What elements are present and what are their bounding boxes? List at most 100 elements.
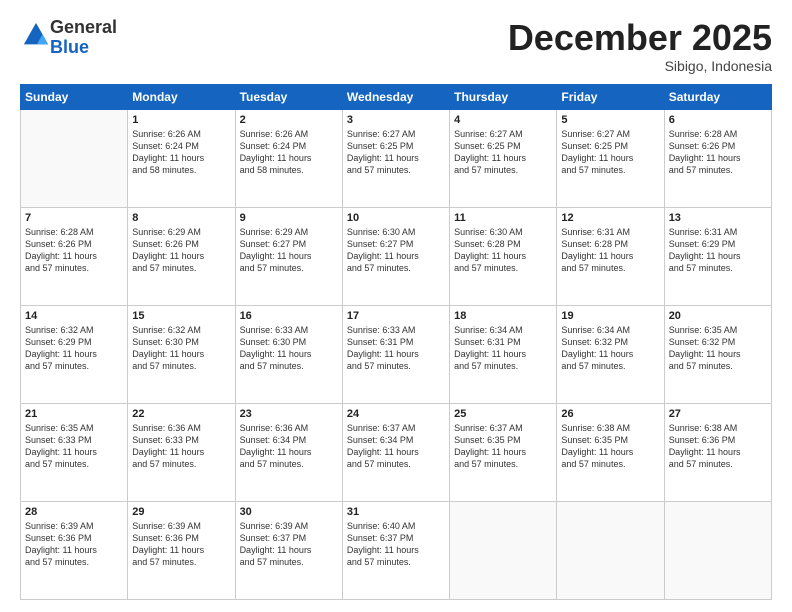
table-row: 15 Sunrise: 6:32 AM Sunset: 6:30 PM Dayli… <box>128 305 235 403</box>
day-number: 2 <box>240 114 338 126</box>
table-row: 24 Sunrise: 6:37 AM Sunset: 6:34 PM Dayli… <box>342 403 449 501</box>
day-info: Sunrise: 6:34 AM Sunset: 6:31 PM Dayligh… <box>454 324 552 373</box>
table-row: 9 Sunrise: 6:29 AM Sunset: 6:27 PM Daylig… <box>235 207 342 305</box>
day-info: Sunrise: 6:36 AM Sunset: 6:34 PM Dayligh… <box>240 422 338 471</box>
table-row <box>450 501 557 599</box>
table-row: 10 Sunrise: 6:30 AM Sunset: 6:27 PM Dayli… <box>342 207 449 305</box>
day-number: 18 <box>454 310 552 322</box>
day-info: Sunrise: 6:35 AM Sunset: 6:33 PM Dayligh… <box>25 422 123 471</box>
day-info: Sunrise: 6:30 AM Sunset: 6:28 PM Dayligh… <box>454 226 552 275</box>
day-info: Sunrise: 6:28 AM Sunset: 6:26 PM Dayligh… <box>669 128 767 177</box>
table-row: 13 Sunrise: 6:31 AM Sunset: 6:29 PM Dayli… <box>664 207 771 305</box>
day-info: Sunrise: 6:26 AM Sunset: 6:24 PM Dayligh… <box>240 128 338 177</box>
table-row: 21 Sunrise: 6:35 AM Sunset: 6:33 PM Dayli… <box>21 403 128 501</box>
day-info: Sunrise: 6:39 AM Sunset: 6:36 PM Dayligh… <box>132 520 230 569</box>
day-info: Sunrise: 6:39 AM Sunset: 6:36 PM Dayligh… <box>25 520 123 569</box>
day-info: Sunrise: 6:40 AM Sunset: 6:37 PM Dayligh… <box>347 520 445 569</box>
day-number: 26 <box>561 408 659 420</box>
table-row: 6 Sunrise: 6:28 AM Sunset: 6:26 PM Daylig… <box>664 109 771 207</box>
day-number: 25 <box>454 408 552 420</box>
table-row: 3 Sunrise: 6:27 AM Sunset: 6:25 PM Daylig… <box>342 109 449 207</box>
table-row: 20 Sunrise: 6:35 AM Sunset: 6:32 PM Dayli… <box>664 305 771 403</box>
day-info: Sunrise: 6:31 AM Sunset: 6:29 PM Dayligh… <box>669 226 767 275</box>
day-info: Sunrise: 6:30 AM Sunset: 6:27 PM Dayligh… <box>347 226 445 275</box>
day-info: Sunrise: 6:29 AM Sunset: 6:26 PM Dayligh… <box>132 226 230 275</box>
day-info: Sunrise: 6:29 AM Sunset: 6:27 PM Dayligh… <box>240 226 338 275</box>
day-number: 27 <box>669 408 767 420</box>
day-info: Sunrise: 6:31 AM Sunset: 6:28 PM Dayligh… <box>561 226 659 275</box>
day-number: 29 <box>132 506 230 518</box>
day-info: Sunrise: 6:39 AM Sunset: 6:37 PM Dayligh… <box>240 520 338 569</box>
calendar-table: Sunday Monday Tuesday Wednesday Thursday… <box>20 84 772 600</box>
day-number: 6 <box>669 114 767 126</box>
table-row: 27 Sunrise: 6:38 AM Sunset: 6:36 PM Dayli… <box>664 403 771 501</box>
table-row: 7Sunrise: 6:28 AM Sunset: 6:26 PM Daylig… <box>21 207 128 305</box>
table-row: 2 Sunrise: 6:26 AM Sunset: 6:24 PM Daylig… <box>235 109 342 207</box>
day-info: Sunrise: 6:38 AM Sunset: 6:36 PM Dayligh… <box>669 422 767 471</box>
table-row: 17 Sunrise: 6:33 AM Sunset: 6:31 PM Dayli… <box>342 305 449 403</box>
day-info: Sunrise: 6:32 AM Sunset: 6:30 PM Dayligh… <box>132 324 230 373</box>
table-row: 18 Sunrise: 6:34 AM Sunset: 6:31 PM Dayli… <box>450 305 557 403</box>
weekday-header-row: Sunday Monday Tuesday Wednesday Thursday… <box>21 84 772 109</box>
day-number: 11 <box>454 212 552 224</box>
day-info: Sunrise: 6:34 AM Sunset: 6:32 PM Dayligh… <box>561 324 659 373</box>
day-number: 22 <box>132 408 230 420</box>
day-number: 1 <box>132 114 230 126</box>
table-row: 19 Sunrise: 6:34 AM Sunset: 6:32 PM Dayli… <box>557 305 664 403</box>
calendar-week-row: 21 Sunrise: 6:35 AM Sunset: 6:33 PM Dayli… <box>21 403 772 501</box>
header-saturday: Saturday <box>664 84 771 109</box>
table-row: 28 Sunrise: 6:39 AM Sunset: 6:36 PM Dayli… <box>21 501 128 599</box>
day-number: 23 <box>240 408 338 420</box>
logo-general-text: General <box>50 17 117 37</box>
header-tuesday: Tuesday <box>235 84 342 109</box>
title-block: December 2025 Sibigo, Indonesia <box>508 18 772 74</box>
day-number: 24 <box>347 408 445 420</box>
table-row: 8 Sunrise: 6:29 AM Sunset: 6:26 PM Daylig… <box>128 207 235 305</box>
page: General Blue December 2025 Sibigo, Indon… <box>0 0 792 612</box>
table-row <box>664 501 771 599</box>
month-title: December 2025 <box>508 18 772 58</box>
header-friday: Friday <box>557 84 664 109</box>
day-number: 3 <box>347 114 445 126</box>
day-number: 7 <box>25 212 123 224</box>
header-sunday: Sunday <box>21 84 128 109</box>
header-monday: Monday <box>128 84 235 109</box>
day-number: 30 <box>240 506 338 518</box>
day-number: 21 <box>25 408 123 420</box>
day-info: Sunrise: 6:35 AM Sunset: 6:32 PM Dayligh… <box>669 324 767 373</box>
day-number: 15 <box>132 310 230 322</box>
table-row: 14Sunrise: 6:32 AM Sunset: 6:29 PM Dayli… <box>21 305 128 403</box>
day-number: 17 <box>347 310 445 322</box>
table-row: 11 Sunrise: 6:30 AM Sunset: 6:28 PM Dayli… <box>450 207 557 305</box>
logo-blue-text: Blue <box>50 37 89 57</box>
calendar-week-row: 28 Sunrise: 6:39 AM Sunset: 6:36 PM Dayli… <box>21 501 772 599</box>
day-number: 28 <box>25 506 123 518</box>
day-info: Sunrise: 6:27 AM Sunset: 6:25 PM Dayligh… <box>347 128 445 177</box>
day-number: 13 <box>669 212 767 224</box>
table-row: 16Sunrise: 6:33 AM Sunset: 6:30 PM Dayli… <box>235 305 342 403</box>
day-number: 31 <box>347 506 445 518</box>
table-row <box>557 501 664 599</box>
day-number: 9 <box>240 212 338 224</box>
day-info: Sunrise: 6:37 AM Sunset: 6:35 PM Dayligh… <box>454 422 552 471</box>
table-row: 29 Sunrise: 6:39 AM Sunset: 6:36 PM Dayli… <box>128 501 235 599</box>
table-row: 25 Sunrise: 6:37 AM Sunset: 6:35 PM Dayli… <box>450 403 557 501</box>
day-number: 12 <box>561 212 659 224</box>
day-info: Sunrise: 6:33 AM Sunset: 6:31 PM Dayligh… <box>347 324 445 373</box>
table-row: 26Sunrise: 6:38 AM Sunset: 6:35 PM Dayli… <box>557 403 664 501</box>
day-number: 4 <box>454 114 552 126</box>
day-info: Sunrise: 6:26 AM Sunset: 6:24 PM Dayligh… <box>132 128 230 177</box>
day-number: 5 <box>561 114 659 126</box>
calendar-week-row: 7Sunrise: 6:28 AM Sunset: 6:26 PM Daylig… <box>21 207 772 305</box>
day-number: 8 <box>132 212 230 224</box>
day-number: 20 <box>669 310 767 322</box>
day-info: Sunrise: 6:27 AM Sunset: 6:25 PM Dayligh… <box>561 128 659 177</box>
header-wednesday: Wednesday <box>342 84 449 109</box>
day-number: 19 <box>561 310 659 322</box>
day-number: 10 <box>347 212 445 224</box>
logo-icon <box>22 21 50 49</box>
day-info: Sunrise: 6:37 AM Sunset: 6:34 PM Dayligh… <box>347 422 445 471</box>
table-row: 5 Sunrise: 6:27 AM Sunset: 6:25 PM Daylig… <box>557 109 664 207</box>
table-row: 4Sunrise: 6:27 AM Sunset: 6:25 PM Daylig… <box>450 109 557 207</box>
table-row: 12 Sunrise: 6:31 AM Sunset: 6:28 PM Dayli… <box>557 207 664 305</box>
